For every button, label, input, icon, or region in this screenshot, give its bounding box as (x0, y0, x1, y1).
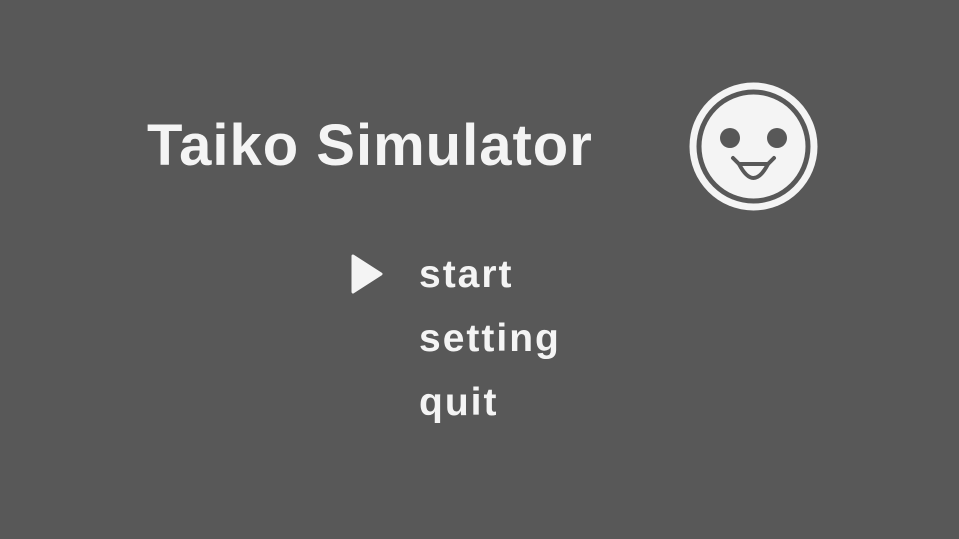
main-menu: start setting quit (419, 250, 561, 442)
menu-item-start[interactable]: start (419, 250, 561, 314)
left-eye (720, 128, 740, 148)
game-title: Taiko Simulator (147, 113, 593, 178)
right-eye (767, 128, 787, 148)
title-screen: Taiko Simulator start setting quit (0, 0, 959, 539)
menu-item-setting[interactable]: setting (419, 314, 561, 378)
triangle-pointer-icon (351, 254, 383, 294)
menu-item-quit[interactable]: quit (419, 378, 561, 442)
smiling-drum-face-icon (689, 82, 818, 211)
